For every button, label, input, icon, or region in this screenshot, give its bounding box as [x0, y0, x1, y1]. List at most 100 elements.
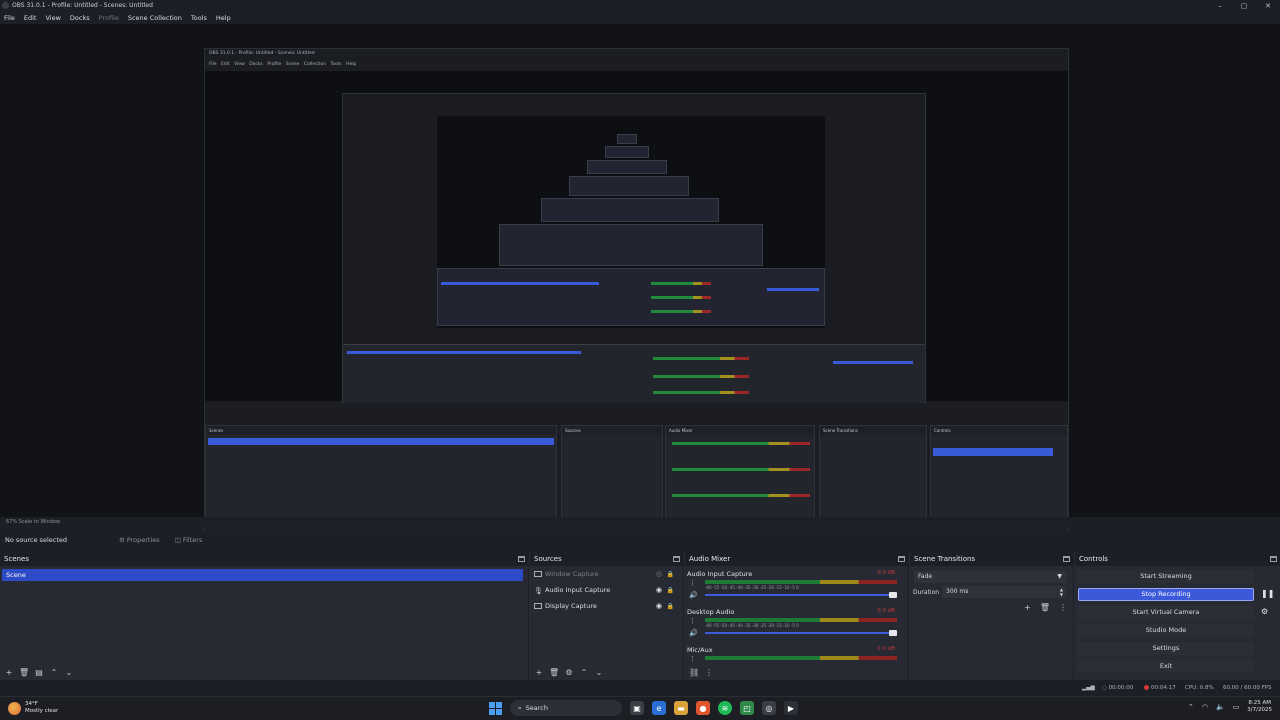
volume-meter: [705, 580, 897, 584]
undock-icon[interactable]: [1063, 556, 1070, 562]
studio-mode-button[interactable]: Studio Mode: [1078, 624, 1254, 637]
windows-start-icon[interactable]: [489, 701, 502, 715]
chevron-up-icon[interactable]: ⌃: [1188, 703, 1194, 711]
transitions-dock-header: Scene Transitions: [910, 552, 1073, 566]
more-icon[interactable]: ⋮: [1059, 603, 1067, 612]
file-explorer-icon[interactable]: ▬: [674, 701, 688, 715]
menu-help[interactable]: Help: [216, 14, 231, 22]
spinner-icon[interactable]: ▲ ▼: [1060, 587, 1063, 597]
more-icon[interactable]: ⋮: [689, 655, 696, 663]
hidden-eye-icon[interactable]: ◎: [656, 570, 662, 578]
filters-button[interactable]: ◫ Filters: [169, 534, 209, 546]
link-icon[interactable]: ⛓: [689, 668, 699, 677]
start-streaming-button[interactable]: Start Streaming: [1078, 570, 1254, 583]
move-up-icon[interactable]: ⌃: [579, 668, 589, 677]
slider-knob[interactable]: [889, 592, 897, 598]
stop-recording-button[interactable]: Stop Recording: [1078, 588, 1254, 601]
source-item[interactable]: Display Capture ◉ 🔒: [534, 599, 674, 613]
eye-icon[interactable]: ◉: [656, 586, 662, 594]
lock-icon[interactable]: 🔒: [667, 587, 674, 594]
menu-bar: File Edit View Docks Profile Scene Colle…: [0, 12, 1280, 23]
channel-db: 0.0 dB: [877, 608, 895, 614]
more-icon[interactable]: ⋮: [704, 668, 714, 677]
gear-icon[interactable]: ⚙: [1261, 607, 1268, 616]
move-down-icon[interactable]: ⌄: [594, 668, 604, 677]
speaker-icon[interactable]: 🔊: [689, 629, 698, 637]
obs-taskbar-icon[interactable]: ◎: [762, 701, 776, 715]
edge-icon[interactable]: e: [652, 701, 666, 715]
add-icon[interactable]: +: [1024, 603, 1031, 612]
close-icon[interactable]: ✕: [1256, 0, 1280, 11]
more-icon[interactable]: ⋮: [689, 617, 696, 625]
filters-label: Filters: [182, 536, 203, 544]
volume-slider[interactable]: [705, 630, 897, 636]
scenes-dock-header: Scenes: [0, 552, 528, 566]
source-item[interactable]: 🎙 Audio Input Capture ◉ 🔒: [534, 583, 674, 597]
volume-icon[interactable]: 🔈: [1216, 703, 1225, 711]
menu-tools[interactable]: Tools: [191, 14, 207, 22]
weather-widget[interactable]: 34°F Mostly clear: [8, 701, 58, 715]
mini-meter: [651, 310, 711, 313]
battery-icon[interactable]: ▭: [1233, 703, 1240, 711]
add-icon[interactable]: +: [534, 668, 544, 677]
move-down-icon[interactable]: ⌄: [64, 668, 74, 677]
zoom-indicator[interactable]: 67% Scale to Window: [0, 517, 1280, 527]
duration-label: Duration: [913, 589, 940, 596]
lock-icon[interactable]: 🔒: [667, 603, 674, 610]
properties-label: Properties: [126, 536, 160, 544]
speaker-icon[interactable]: 🔊: [689, 591, 698, 599]
recursion-layer: [569, 176, 689, 196]
source-item[interactable]: Window Capture ◎ 🔒: [534, 567, 674, 581]
menu-view[interactable]: View: [45, 14, 60, 22]
status-bar: ▂▄▆ ◌ 00:00:00 00:04:17 CPU: 0.8% 60.00 …: [0, 681, 1280, 695]
trash-icon[interactable]: 🗑: [1040, 603, 1050, 612]
menu-file[interactable]: File: [4, 14, 15, 22]
media-player-icon[interactable]: ▶: [784, 701, 798, 715]
lock-icon[interactable]: 🔒: [667, 571, 674, 578]
minimize-icon[interactable]: –: [1208, 0, 1232, 11]
preview-canvas[interactable]: OBS 31.0.1 - Profile: Untitled - Scenes:…: [0, 24, 1280, 538]
exit-button[interactable]: Exit: [1078, 660, 1254, 673]
menu-profile[interactable]: Profile: [99, 14, 119, 22]
firefox-icon[interactable]: ●: [696, 701, 710, 715]
nested-controls-dock: Controls: [930, 425, 1068, 525]
maximize-icon[interactable]: ▢: [1232, 0, 1256, 11]
transition-select[interactable]: Fade ▼: [914, 571, 1066, 583]
sources-dock-header: Sources: [530, 552, 683, 566]
eye-icon[interactable]: ◉: [656, 602, 662, 610]
volume-meter: [705, 656, 897, 660]
slider-knob[interactable]: [889, 630, 897, 636]
window-titlebar: OBS 31.0.1 - Profile: Untitled - Scenes:…: [0, 0, 1280, 11]
add-icon[interactable]: +: [4, 668, 14, 677]
duration-input[interactable]: 300 ms ▲ ▼: [942, 586, 1066, 598]
scene-item[interactable]: Scene: [2, 569, 523, 581]
gear-icon[interactable]: ⚙: [564, 668, 574, 677]
start-virtual-camera-button[interactable]: Start Virtual Camera: [1078, 606, 1254, 619]
scenes-title: Scenes: [4, 555, 29, 563]
clock[interactable]: 8:25 AM 3/7/2025: [1247, 700, 1272, 714]
pause-icon[interactable]: ❚❚: [1261, 589, 1274, 598]
meter-scale: -60 -55 -50 -45 -40 -35 -30 -25 -20 -15 …: [705, 585, 799, 590]
undock-icon[interactable]: [673, 556, 680, 562]
properties-button[interactable]: ⚙ Properties: [113, 534, 166, 546]
undock-icon[interactable]: [898, 556, 905, 562]
transitions-dock: Scene Transitions Fade ▼ Duration 300 ms…: [909, 552, 1073, 680]
settings-button[interactable]: Settings: [1078, 642, 1254, 655]
undock-icon[interactable]: [1270, 556, 1277, 562]
trash-icon[interactable]: 🗑: [549, 668, 559, 677]
more-icon[interactable]: ⋮: [689, 579, 696, 587]
filter-icon[interactable]: ▤: [34, 668, 44, 677]
controls-title: Controls: [1079, 555, 1108, 563]
task-view-icon[interactable]: ▣: [630, 701, 644, 715]
menu-edit[interactable]: Edit: [24, 14, 37, 22]
spotify-icon[interactable]: ≋: [718, 701, 732, 715]
taskbar-search[interactable]: ⌕ Search: [510, 700, 622, 716]
app-icon[interactable]: ◰: [740, 701, 754, 715]
volume-slider[interactable]: [705, 592, 897, 598]
trash-icon[interactable]: 🗑: [19, 668, 29, 677]
move-up-icon[interactable]: ⌃: [49, 668, 59, 677]
menu-docks[interactable]: Docks: [70, 14, 90, 22]
network-icon[interactable]: ◠: [1202, 703, 1208, 711]
undock-icon[interactable]: [518, 556, 525, 562]
menu-scene-collection[interactable]: Scene Collection: [128, 14, 182, 22]
